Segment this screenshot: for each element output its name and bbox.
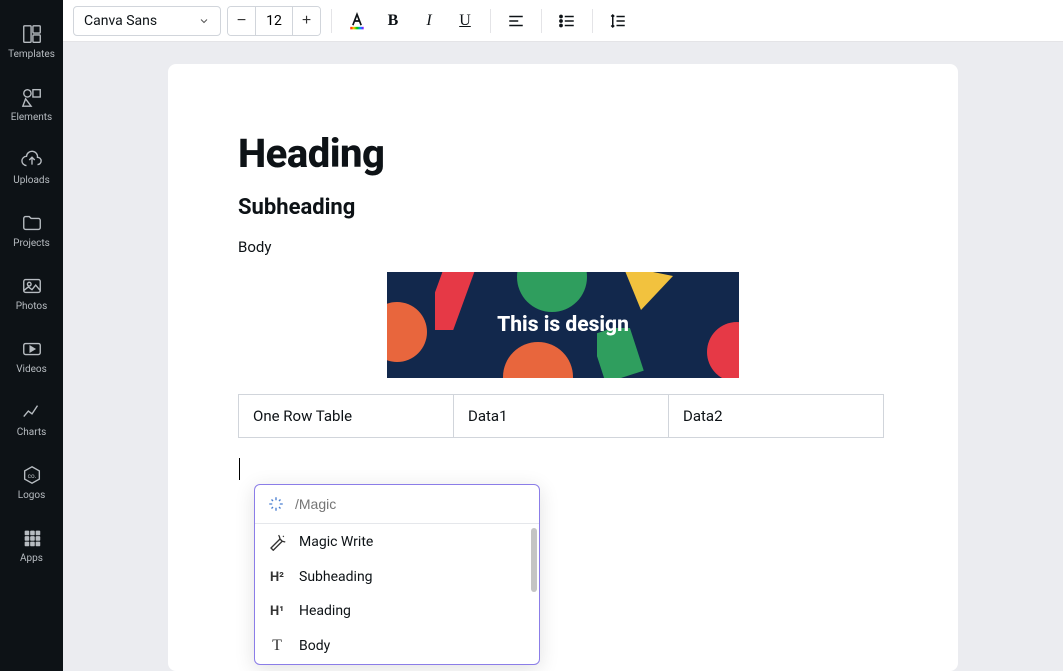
- sidebar-item-projects[interactable]: Projects: [0, 199, 63, 262]
- italic-button[interactable]: I: [414, 6, 444, 36]
- sidebar-item-label: Templates: [8, 49, 55, 60]
- popup-item-magic-write[interactable]: Magic Write: [255, 524, 539, 560]
- bold-button[interactable]: B: [378, 6, 408, 36]
- toolbar: Canva Sans − 12 + B I U: [63, 0, 1063, 42]
- sidebar-item-charts[interactable]: Charts: [0, 388, 63, 451]
- sidebar-item-label: Charts: [17, 427, 47, 438]
- shape-triangle-yellow: [623, 272, 673, 310]
- shape-circle-orange2: [503, 342, 573, 378]
- uploads-icon: [21, 149, 43, 171]
- sidebar-item-label: Uploads: [13, 175, 49, 186]
- design-banner[interactable]: This is design: [387, 272, 739, 378]
- popup-item-heading[interactable]: H¹ Heading: [255, 594, 539, 628]
- h2-icon: H²: [267, 570, 287, 585]
- sidebar-item-elements[interactable]: Elements: [0, 73, 63, 136]
- table-row[interactable]: One Row Table Data1 Data2: [239, 395, 884, 438]
- font-picker[interactable]: Canva Sans: [73, 6, 221, 36]
- popup-item-subheading[interactable]: H² Subheading: [255, 560, 539, 594]
- sidebar-item-label: Videos: [16, 364, 47, 375]
- sparkle-icon: [267, 495, 285, 513]
- h1-icon: H¹: [267, 604, 287, 619]
- spacing-button[interactable]: [603, 6, 633, 36]
- line-spacing-icon: [609, 12, 627, 30]
- sidebar-item-label: Photos: [16, 301, 48, 312]
- popup-search-input[interactable]: [295, 496, 527, 512]
- sidebar-item-label: Logos: [18, 490, 46, 501]
- slash-command-popup: Magic Write H² Subheading H¹ Heading T B…: [254, 484, 540, 665]
- videos-icon: [21, 338, 43, 360]
- popup-list: Magic Write H² Subheading H¹ Heading T B…: [255, 524, 539, 664]
- svg-text:co.: co.: [27, 472, 36, 480]
- sidebar-item-templates[interactable]: Templates: [0, 10, 63, 73]
- sidebar-item-videos[interactable]: Videos: [0, 325, 63, 388]
- align-left-icon: [507, 12, 525, 30]
- increase-size-button[interactable]: +: [292, 7, 320, 35]
- decrease-size-button[interactable]: −: [228, 7, 256, 35]
- divider: [331, 9, 332, 33]
- text-cursor: [239, 458, 240, 480]
- divider: [592, 9, 593, 33]
- divider: [490, 9, 491, 33]
- sidebar-item-label: Apps: [20, 553, 43, 564]
- font-name: Canva Sans: [84, 13, 157, 29]
- popup-item-label: Heading: [299, 603, 351, 619]
- sidebar-item-label: Elements: [11, 112, 52, 123]
- subheading[interactable]: Subheading: [238, 195, 888, 220]
- divider: [541, 9, 542, 33]
- popup-item-label: Magic Write: [299, 534, 373, 550]
- magic-wand-icon: [267, 533, 287, 551]
- sidebar-item-photos[interactable]: Photos: [0, 262, 63, 325]
- photos-icon: [21, 275, 43, 297]
- body-text[interactable]: Body: [238, 238, 888, 256]
- elements-icon: [21, 86, 43, 108]
- text-color-icon: [347, 11, 367, 31]
- heading[interactable]: Heading: [238, 130, 888, 177]
- sidebar-item-logos[interactable]: co. Logos: [0, 451, 63, 514]
- underline-button[interactable]: U: [450, 6, 480, 36]
- text-color-button[interactable]: [342, 6, 372, 36]
- popup-item-label: Subheading: [299, 569, 373, 585]
- font-size-value[interactable]: 12: [256, 7, 292, 35]
- canvas[interactable]: Heading Subheading Body This is design O…: [63, 42, 1063, 671]
- logos-icon: co.: [21, 464, 43, 486]
- charts-icon: [21, 401, 43, 423]
- chevron-down-icon: [198, 15, 210, 27]
- popup-search: [255, 485, 539, 524]
- sidebar-item-apps[interactable]: Apps: [0, 514, 63, 577]
- list-icon: [558, 12, 576, 30]
- banner-text: This is design: [497, 313, 629, 337]
- shape-circle-red: [707, 322, 739, 378]
- shape-circle-green: [517, 272, 587, 312]
- sidebar-item-label: Projects: [13, 238, 50, 249]
- scrollbar-thumb[interactable]: [531, 528, 537, 592]
- templates-icon: [21, 23, 43, 45]
- list-button[interactable]: [552, 6, 582, 36]
- popup-item-label: Body: [299, 638, 330, 654]
- shape-rect-red: [435, 272, 481, 330]
- text-icon: T: [267, 637, 287, 655]
- table-cell[interactable]: Data2: [669, 395, 884, 438]
- font-size-stepper: − 12 +: [227, 6, 321, 36]
- align-button[interactable]: [501, 6, 531, 36]
- table-cell[interactable]: Data1: [454, 395, 669, 438]
- table-cell[interactable]: One Row Table: [239, 395, 454, 438]
- shape-circle-orange: [387, 302, 427, 362]
- popup-item-body[interactable]: T Body: [255, 628, 539, 664]
- apps-icon: [21, 527, 43, 549]
- sidebar-item-uploads[interactable]: Uploads: [0, 136, 63, 199]
- projects-icon: [21, 212, 43, 234]
- sidebar: Templates Elements Uploads Projects Phot…: [0, 0, 63, 671]
- table[interactable]: One Row Table Data1 Data2: [238, 394, 884, 438]
